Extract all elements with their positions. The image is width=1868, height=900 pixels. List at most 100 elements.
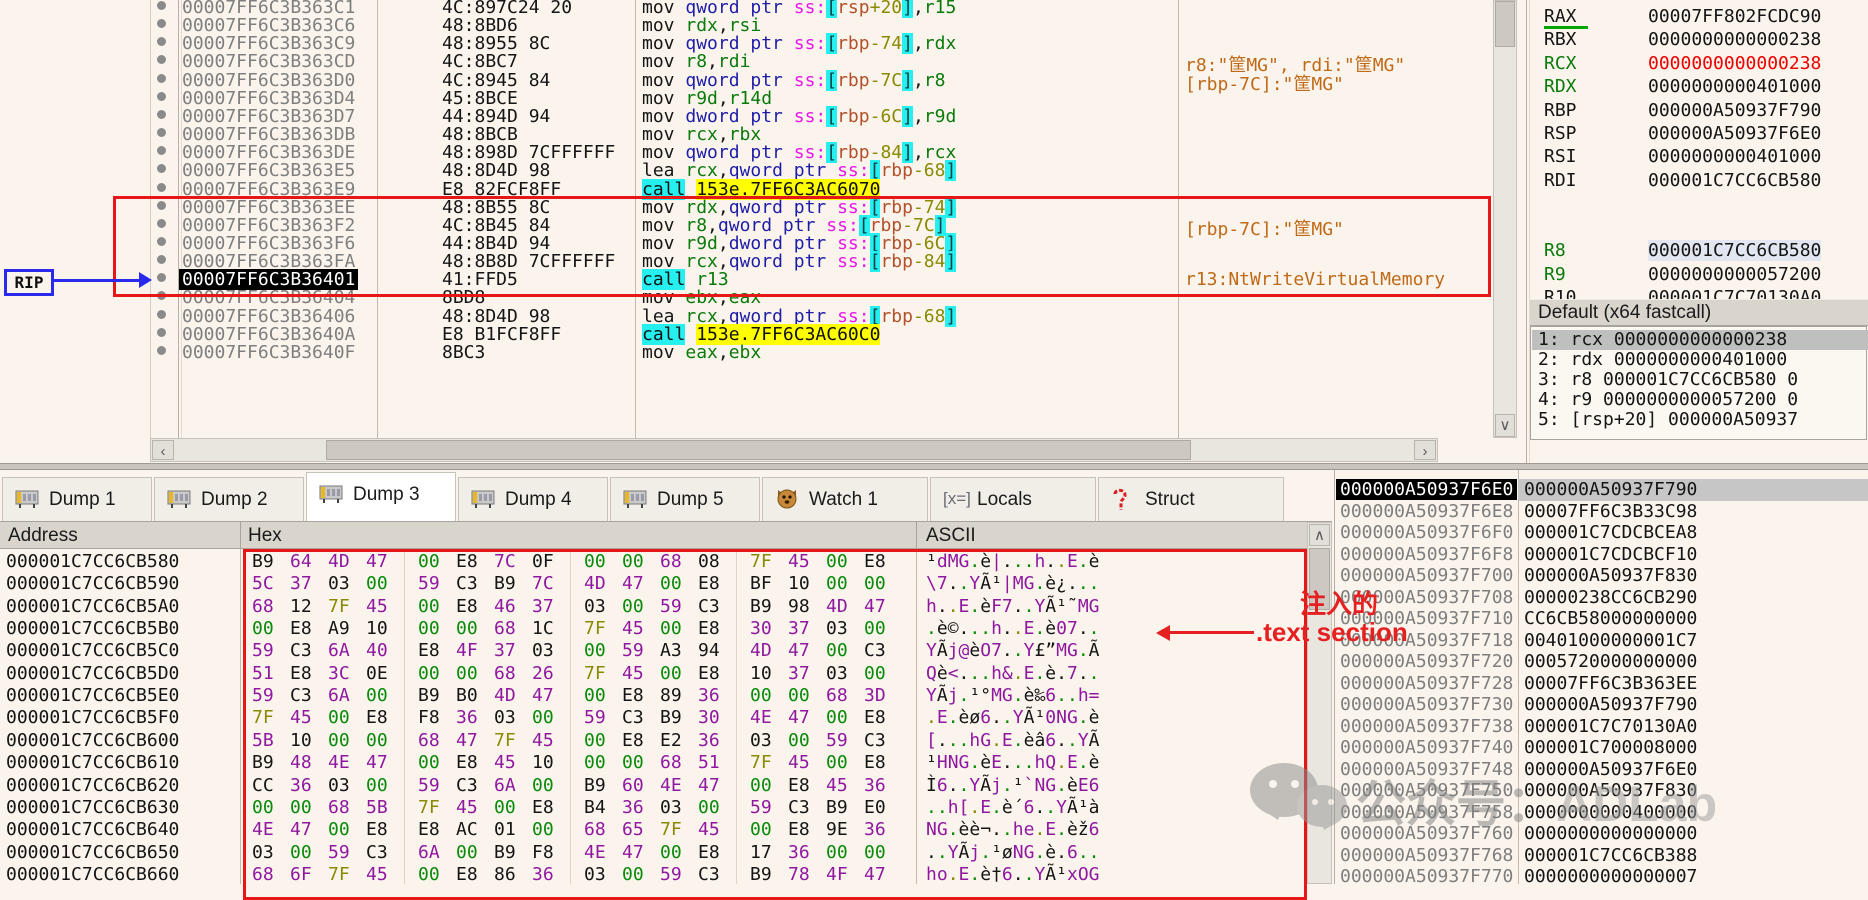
stack-row[interactable]: 000000A50937F71800401000000001C7 xyxy=(1334,630,1868,652)
register-row[interactable]: RAX00007FF802FCDC90 xyxy=(1530,6,1868,28)
tab-struct[interactable]: Struct xyxy=(1098,477,1284,521)
breakpoint-dot-icon[interactable] xyxy=(157,19,166,28)
register-name: RDI xyxy=(1544,170,1577,191)
register-row[interactable]: R8000001C7CC6CB580 xyxy=(1530,240,1868,262)
tab-locals[interactable]: [x=]Locals xyxy=(930,477,1096,521)
disasm-row[interactable]: 00007FF6C3B363C14C:897C24 20mov qword pt… xyxy=(0,0,1493,16)
disasm-row[interactable]: 00007FF6C3B3640F8BC3mov eax,ebx xyxy=(0,342,1493,361)
stack-value: 000001C7C70130A0 xyxy=(1524,716,1697,737)
breakpoint-dot-icon[interactable] xyxy=(157,55,166,64)
annotation-arrow xyxy=(1168,631,1254,634)
instruction-text: mov eax,ebx xyxy=(642,342,761,363)
breakpoint-dot-icon[interactable] xyxy=(157,328,166,337)
breakpoint-dot-icon[interactable] xyxy=(157,164,166,173)
disasm-row[interactable]: 00007FF6C3B363E9E8 82FCF8FFcall 153e.7FF… xyxy=(0,179,1493,198)
stack-row[interactable]: 000000A50937F7580000000000400000 xyxy=(1334,802,1868,824)
calling-convention-header[interactable]: Default (x64 fastcall) xyxy=(1530,299,1868,326)
disasm-row[interactable]: 00007FF6C3B3640648:8D4D 98lea rcx,qword … xyxy=(0,306,1493,325)
stack-row[interactable]: 000000A50937F6E0000000A50937F790 xyxy=(1334,479,1868,501)
register-row[interactable]: RDX0000000000401000 xyxy=(1530,76,1868,98)
annotation-text-section-label: .text section xyxy=(1256,617,1408,648)
disasm-row[interactable]: 00007FF6C3B363D04C:8945 84mov qword ptr … xyxy=(0,70,1493,89)
stack-row[interactable]: 000000A50937F740000001C700008000 xyxy=(1334,737,1868,759)
register-row[interactable]: R90000000000057200 xyxy=(1530,264,1868,286)
disasm-hscrollbar[interactable]: ‹ › xyxy=(150,438,1438,462)
disasm-row[interactable]: 00007FF6C3B363DE48:898D 7CFFFFFFmov qwor… xyxy=(0,142,1493,161)
breakpoint-dot-icon[interactable] xyxy=(157,37,166,46)
register-value: 000000A50937F6E0 xyxy=(1648,123,1821,144)
breakpoint-dot-icon[interactable] xyxy=(157,110,166,119)
ram-icon xyxy=(167,488,193,510)
stack-row[interactable]: 000000A50937F730000000A50937F790 xyxy=(1334,694,1868,716)
tab-dump-2[interactable]: Dump 2 xyxy=(154,477,304,521)
dump-vscrollbar[interactable]: ∧ xyxy=(1307,522,1332,884)
disasm-row[interactable]: 00007FF6C3B363C948:8955 8Cmov qword ptr … xyxy=(0,33,1493,52)
stack-address: 000000A50937F6E0 xyxy=(1336,479,1517,500)
tab-dump-3[interactable]: Dump 3 xyxy=(306,472,456,521)
disasm-row[interactable]: 00007FF6C3B363C648:8BD6mov rdx,rsi xyxy=(0,15,1493,34)
dump-scroll-up-icon[interactable]: ∧ xyxy=(1309,524,1330,546)
register-value: 0000000000057200 xyxy=(1648,264,1821,285)
disasm-row[interactable]: 00007FF6C3B363E548:8D4D 98lea rcx,qword … xyxy=(0,160,1493,179)
fastcall-arg-row[interactable]: 2: rdx 0000000000401000 xyxy=(1532,350,1868,370)
disasm-vscrollbar[interactable]: ∨ xyxy=(1493,0,1517,438)
register-row[interactable]: RBX0000000000000238 xyxy=(1530,29,1868,51)
stack-value: 000000A50937F830 xyxy=(1524,565,1697,586)
fastcall-arg-row[interactable]: 3: r8 000001C7CC6CB580 0 xyxy=(1532,370,1868,390)
registers-pane: RAX00007FF802FCDC90RBX0000000000000238RC… xyxy=(1530,0,1868,463)
breakpoint-dot-icon[interactable] xyxy=(157,1,166,10)
stack-row[interactable]: 000000A50937F6F0000001C7CDCBCEA8 xyxy=(1334,522,1868,544)
register-row[interactable]: RSI0000000000401000 xyxy=(1530,146,1868,168)
fastcall-arg-row[interactable]: 4: r9 0000000000057200 0 xyxy=(1532,390,1868,410)
stack-row[interactable]: 000000A50937F72800007FF6C3B363EE xyxy=(1334,673,1868,695)
tab-dump-5[interactable]: Dump 5 xyxy=(610,477,760,521)
stack-value: 000000A50937F6E0 xyxy=(1524,759,1697,780)
disasm-row[interactable]: 00007FF6C3B363CD4C:8BC7mov r8,rdir8:"筐MG… xyxy=(0,51,1493,70)
tab-watch-1[interactable]: Watch 1 xyxy=(762,477,928,521)
stack-row[interactable]: 000000A50937F7600000000000000000 xyxy=(1334,823,1868,845)
stack-row[interactable]: 000000A50937F710CC6CB58000000000 xyxy=(1334,608,1868,630)
disasm-row[interactable]: 00007FF6C3B363D744:894D 94mov dword ptr … xyxy=(0,106,1493,125)
stack-row[interactable]: 000000A50937F700000000A50937F830 xyxy=(1334,565,1868,587)
register-row[interactable]: RSP000000A50937F6E0 xyxy=(1530,123,1868,145)
stack-row[interactable]: 000000A50937F70800000238CC6CB290 xyxy=(1334,587,1868,609)
breakpoint-dot-icon[interactable] xyxy=(157,92,166,101)
dog-icon xyxy=(775,488,801,510)
stack-address: 000000A50937F740 xyxy=(1340,737,1513,758)
tab-dump-4[interactable]: Dump 4 xyxy=(458,477,608,521)
disasm-scroll-right-icon[interactable]: › xyxy=(1414,440,1436,460)
stack-row[interactable]: 000000A50937F768000001C7CC6CB388 xyxy=(1334,845,1868,867)
stack-row[interactable]: 000000A50937F7700000000000000007 xyxy=(1334,866,1868,888)
stack-row[interactable]: 000000A50937F7200005720000000000 xyxy=(1334,651,1868,673)
breakpoint-dot-icon[interactable] xyxy=(157,183,166,192)
breakpoint-dot-icon[interactable] xyxy=(157,146,166,155)
register-value: 0000000000000238 xyxy=(1648,53,1821,74)
register-row[interactable]: RDI000001C7CC6CB580 xyxy=(1530,170,1868,192)
horizontal-splitter[interactable] xyxy=(0,463,1868,470)
register-row[interactable]: RCX0000000000000238 xyxy=(1530,53,1868,75)
register-value: 000001C7CC6CB580 xyxy=(1648,240,1821,261)
stack-row[interactable]: 000000A50937F748000000A50937F6E0 xyxy=(1334,759,1868,781)
breakpoint-dot-icon[interactable] xyxy=(157,346,166,355)
fastcall-arg-row[interactable]: 5: [rsp+20] 000000A50937 xyxy=(1532,410,1868,430)
disasm-vscrollbar-thumb[interactable] xyxy=(1495,1,1515,47)
stack-row[interactable]: 000000A50937F6F8000001C7CDCBCF10 xyxy=(1334,544,1868,566)
disasm-row[interactable]: 00007FF6C3B3640AE8 B1FCF8FFcall 153e.7FF… xyxy=(0,324,1493,343)
register-row[interactable]: RBP000000A50937F790 xyxy=(1530,100,1868,122)
stack-row[interactable]: 000000A50937F738000001C7C70130A0 xyxy=(1334,716,1868,738)
disasm-hscrollbar-thumb[interactable] xyxy=(326,440,1191,460)
disasm-scroll-down-icon[interactable]: ∨ xyxy=(1495,414,1515,437)
tab-dump-1[interactable]: Dump 1 xyxy=(2,477,152,521)
stack-row[interactable]: 000000A50937F750000000A50937F830 xyxy=(1334,780,1868,802)
annotation-arrow-head xyxy=(1156,625,1170,641)
stack-row[interactable]: 000000A50937F6E800007FF6C3B33C98 xyxy=(1334,501,1868,523)
breakpoint-dot-icon[interactable] xyxy=(157,74,166,83)
breakpoint-dot-icon[interactable] xyxy=(157,128,166,137)
breakpoint-dot-icon[interactable] xyxy=(157,310,166,319)
disasm-row[interactable]: 00007FF6C3B363DB48:8BCBmov rcx,rbx xyxy=(0,124,1493,143)
fastcall-arg-row[interactable]: 1: rcx 0000000000000238 xyxy=(1532,330,1868,350)
dump-address: 000001C7CC6CB580 xyxy=(6,551,179,572)
disasm-scroll-left-icon[interactable]: ‹ xyxy=(152,440,174,460)
ram-icon xyxy=(319,483,345,505)
disasm-row[interactable]: 00007FF6C3B363D445:8BCEmov r9d,r14d xyxy=(0,88,1493,107)
